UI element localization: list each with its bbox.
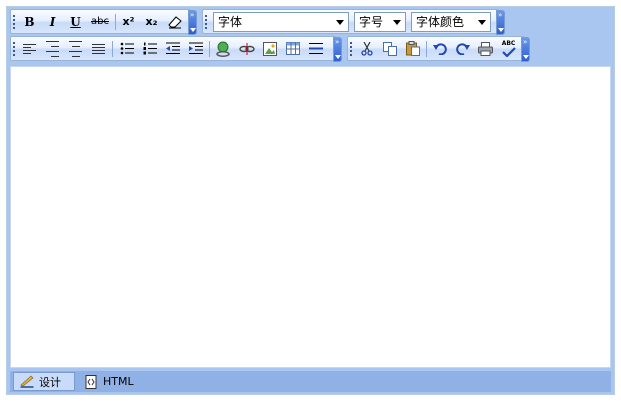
subscript-icon: x₂ xyxy=(145,15,158,28)
cut-button[interactable] xyxy=(357,39,376,58)
numbered-list-icon xyxy=(143,42,157,55)
horizontal-rule-button[interactable] xyxy=(306,39,325,58)
tab-html[interactable]: HTML xyxy=(80,372,154,391)
align-left-icon xyxy=(23,42,36,56)
align-center-button[interactable] xyxy=(66,39,85,58)
toolbar-overflow-button[interactable]: » xyxy=(521,37,530,62)
bold-icon: B xyxy=(24,14,35,29)
italic-button[interactable]: I xyxy=(43,12,62,31)
horizontal-rule-icon xyxy=(308,43,323,54)
chevron-down-icon xyxy=(336,20,344,25)
copy-icon xyxy=(382,41,397,56)
toolbar-separator xyxy=(209,41,210,57)
font-color-value: 字体颜色 xyxy=(416,15,465,29)
remove-link-button[interactable] xyxy=(237,39,256,58)
eraser-icon xyxy=(167,15,182,28)
indent-button[interactable] xyxy=(186,39,205,58)
spellcheck-button[interactable]: ABC xyxy=(499,39,518,58)
undo-icon xyxy=(432,43,447,55)
bold-button[interactable]: B xyxy=(20,12,39,31)
insert-image-icon xyxy=(262,41,277,56)
spellcheck-icon xyxy=(501,46,516,57)
toolbar-overflow-button[interactable]: » xyxy=(333,37,342,62)
format-toolbar: B I U abc x² x₂ » xyxy=(10,9,197,35)
redo-icon xyxy=(455,43,470,55)
outdent-icon xyxy=(165,42,180,54)
font-size-value: 字号 xyxy=(359,15,384,29)
align-right-icon xyxy=(46,39,59,59)
bulleted-list-icon xyxy=(120,42,134,55)
strikethrough-button[interactable]: abc xyxy=(89,12,111,31)
mode-tab-bar: 设计 HTML xyxy=(10,371,611,392)
print-button[interactable] xyxy=(476,39,495,58)
bulleted-list-button[interactable] xyxy=(117,39,136,58)
design-icon xyxy=(20,375,34,388)
undo-button[interactable] xyxy=(430,39,449,58)
clear-format-button[interactable] xyxy=(165,12,184,31)
toolbar-separator xyxy=(112,41,113,57)
justify-icon xyxy=(92,42,105,56)
toolbar-overflow-button[interactable]: » xyxy=(496,10,505,35)
align-center-icon xyxy=(69,39,82,59)
outdent-button[interactable] xyxy=(163,39,182,58)
editor-content-area[interactable] xyxy=(10,66,611,368)
toolbar-separator xyxy=(115,14,116,30)
tab-html-label: HTML xyxy=(103,375,134,388)
insert-table-button[interactable] xyxy=(283,39,302,58)
edit-toolbar: ABC » xyxy=(347,36,530,62)
remove-link-icon xyxy=(238,42,255,55)
align-left-button[interactable] xyxy=(20,39,39,58)
font-size-select[interactable]: 字号 xyxy=(354,12,406,32)
strikethrough-icon: abc xyxy=(91,16,109,27)
font-family-value: 字体 xyxy=(218,15,243,29)
paste-icon xyxy=(405,41,420,56)
redo-button[interactable] xyxy=(453,39,472,58)
toolbar-overflow-button[interactable]: » xyxy=(188,10,197,35)
italic-icon: I xyxy=(49,14,56,29)
indent-icon xyxy=(188,42,203,54)
paste-button[interactable] xyxy=(403,39,422,58)
chevron-down-icon xyxy=(393,20,401,25)
copy-button[interactable] xyxy=(380,39,399,58)
underline-button[interactable]: U xyxy=(66,12,85,31)
numbered-list-button[interactable] xyxy=(140,39,159,58)
font-color-select[interactable]: 字体颜色 xyxy=(411,12,491,32)
tab-design-label: 设计 xyxy=(39,375,61,389)
tab-design[interactable]: 设计 xyxy=(13,372,75,391)
justify-button[interactable] xyxy=(89,39,108,58)
html-doc-icon xyxy=(85,374,97,389)
chevron-down-icon xyxy=(478,20,486,25)
insert-image-button[interactable] xyxy=(260,39,279,58)
toolbar-separator xyxy=(426,41,427,57)
print-icon xyxy=(478,41,493,56)
superscript-button[interactable]: x² xyxy=(119,12,138,31)
subscript-button[interactable]: x₂ xyxy=(142,12,161,31)
toolbar-grip[interactable] xyxy=(13,15,15,29)
toolbar-grip[interactable] xyxy=(350,42,352,56)
insert-link-button[interactable] xyxy=(214,39,233,58)
toolbar-grip[interactable] xyxy=(13,42,15,56)
insert-table-icon xyxy=(285,42,300,55)
font-toolbar: 字体 字号 字体颜色 » xyxy=(202,9,505,35)
paragraph-toolbar: » xyxy=(10,36,342,62)
align-right-button[interactable] xyxy=(43,39,62,58)
rich-text-editor: B I U abc x² x₂ » 字体 字号 字体颜色 » » ABC » 设… xyxy=(6,6,615,395)
cut-icon xyxy=(360,41,373,56)
underline-icon: U xyxy=(70,14,81,29)
font-family-select[interactable]: 字体 xyxy=(213,12,349,32)
insert-link-icon xyxy=(215,41,230,57)
toolbar-grip[interactable] xyxy=(205,15,207,29)
superscript-icon: x² xyxy=(122,15,135,28)
